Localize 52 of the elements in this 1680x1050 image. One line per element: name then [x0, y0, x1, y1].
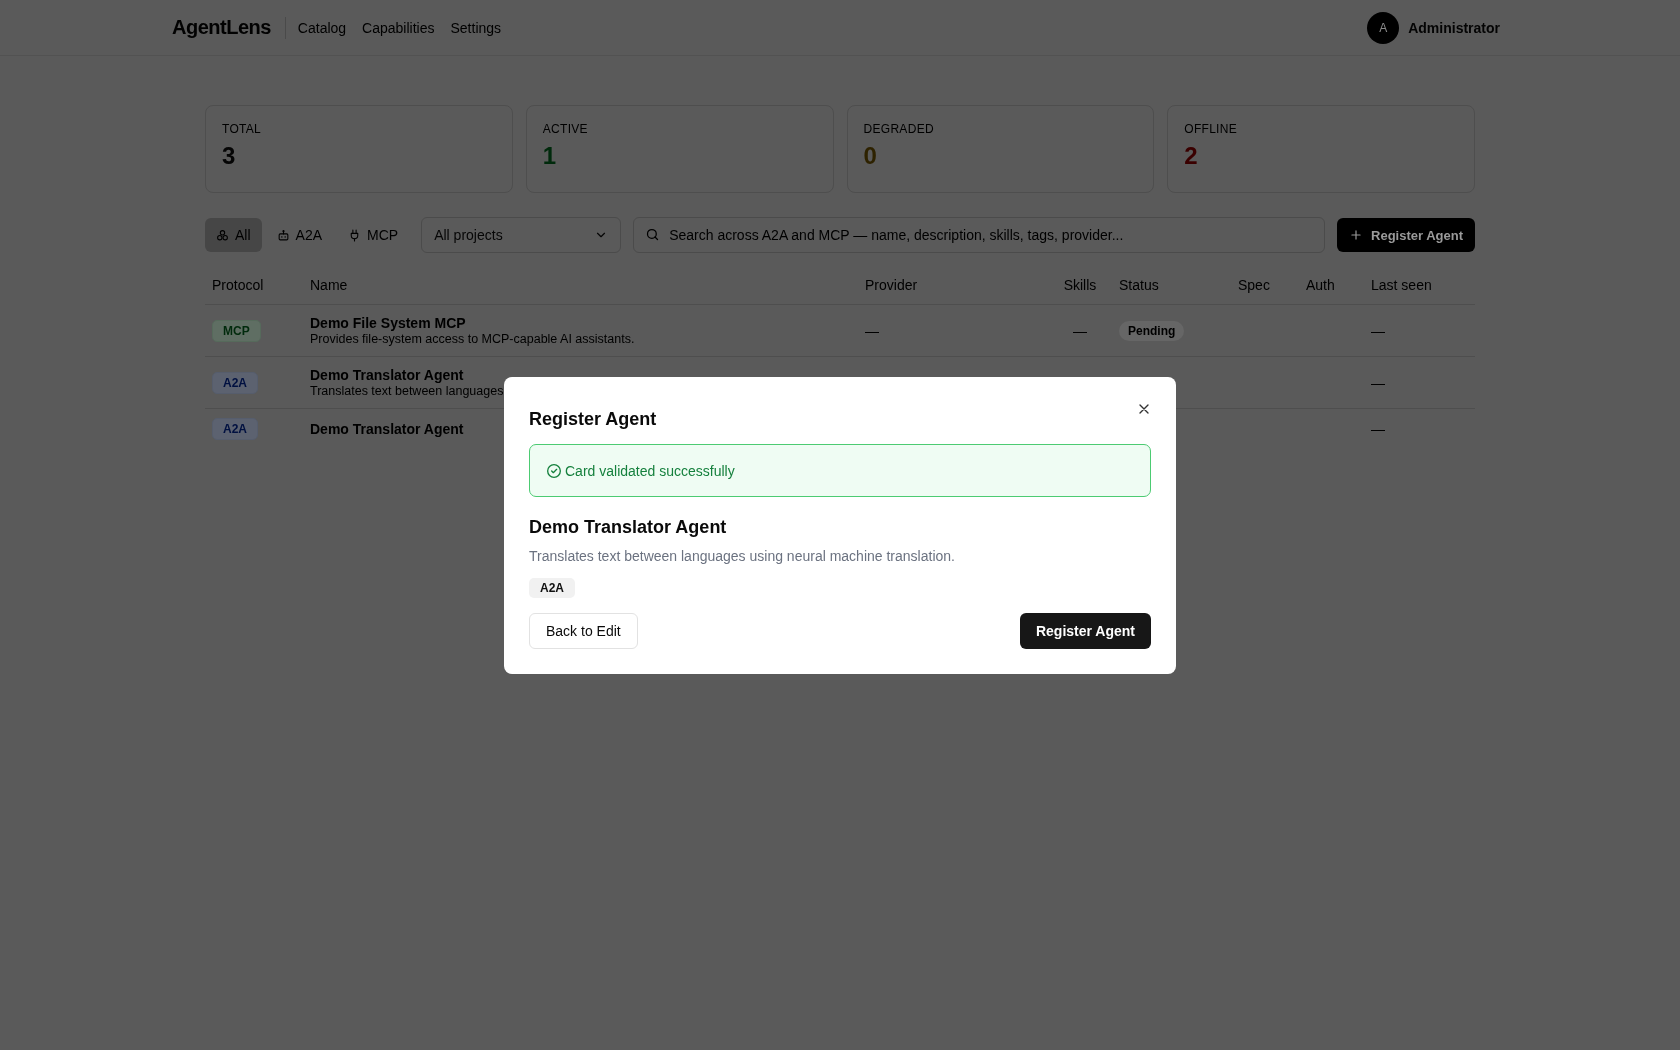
register-agent-button[interactable]: Register Agent: [1337, 218, 1475, 252]
protocol-tag: MCP: [212, 319, 261, 342]
app-logo[interactable]: AgentLens: [172, 16, 271, 39]
nav-link[interactable]: Capabilities: [362, 19, 435, 36]
agent-title: Demo Translator Agent: [529, 517, 728, 538]
protocol-tab[interactable]: A2A: [265, 218, 334, 252]
search-field[interactable]: Search across A2A and MCP — name, description, skills, tags, provider...: [633, 217, 1325, 253]
register-agent-button[interactable]: Register Agent: [1019, 613, 1151, 649]
nav-link[interactable]: Settings: [450, 19, 502, 36]
protocol-tag: A2A: [212, 371, 258, 394]
protocol-tab[interactable]: All: [205, 218, 262, 252]
protocol-tab[interactable]: MCP: [337, 218, 410, 252]
column-header: Auth: [1299, 267, 1364, 305]
project-select[interactable]: All projects: [421, 217, 622, 253]
stat-label: ACTIVE: [542, 122, 589, 136]
status-tag: Pending: [1119, 320, 1185, 341]
agent-description: Provides file-system access to MCP-capable AI assistants.: [310, 332, 636, 346]
search-icon: [645, 227, 661, 242]
table-cell: —: [1371, 374, 1385, 391]
table-cell: —: [1371, 322, 1385, 339]
stat-label: DEGRADED: [863, 122, 935, 136]
check-circle-icon: [546, 462, 562, 479]
robot-icon: [276, 228, 290, 242]
agent-name[interactable]: Demo File System MCP: [310, 315, 851, 331]
column-header: Name: [303, 267, 858, 305]
dialog-title: Register Agent: [529, 409, 657, 430]
stat-label: OFFLINE: [1184, 122, 1239, 136]
table-cell: —: [865, 322, 879, 339]
column-header: Last seen: [1364, 267, 1475, 305]
stat-value: 2: [1184, 142, 1199, 170]
stat-value: 3: [222, 142, 237, 170]
column-header: Skills: [1048, 267, 1112, 305]
agent-summary: Translates text between languages using neural machine translation.: [529, 548, 956, 564]
protocol-tag: A2A: [529, 578, 575, 598]
column-header: Spec: [1231, 267, 1299, 305]
plus-icon: [1349, 228, 1363, 242]
user-name[interactable]: Administrator: [1408, 19, 1500, 36]
table-cell: —: [1371, 420, 1385, 437]
stat-value: 0: [863, 142, 878, 170]
table-cell: —: [1073, 322, 1087, 339]
alert-message: Card validated successfully: [565, 462, 735, 479]
stat-label: TOTAL: [222, 122, 263, 136]
user-avatar[interactable]: A: [1367, 11, 1400, 44]
column-header: Protocol: [205, 267, 303, 305]
stat-value: 1: [542, 142, 558, 170]
back-to-edit-button[interactable]: Back to Edit: [529, 613, 638, 649]
column-header: Status: [1112, 267, 1231, 305]
column-header: Provider: [858, 267, 1048, 305]
protocol-tag: A2A: [212, 417, 258, 440]
circles-icon: [216, 228, 229, 242]
nav-link[interactable]: Catalog: [297, 19, 347, 36]
agent-description: Translates text between languages: [310, 384, 505, 398]
